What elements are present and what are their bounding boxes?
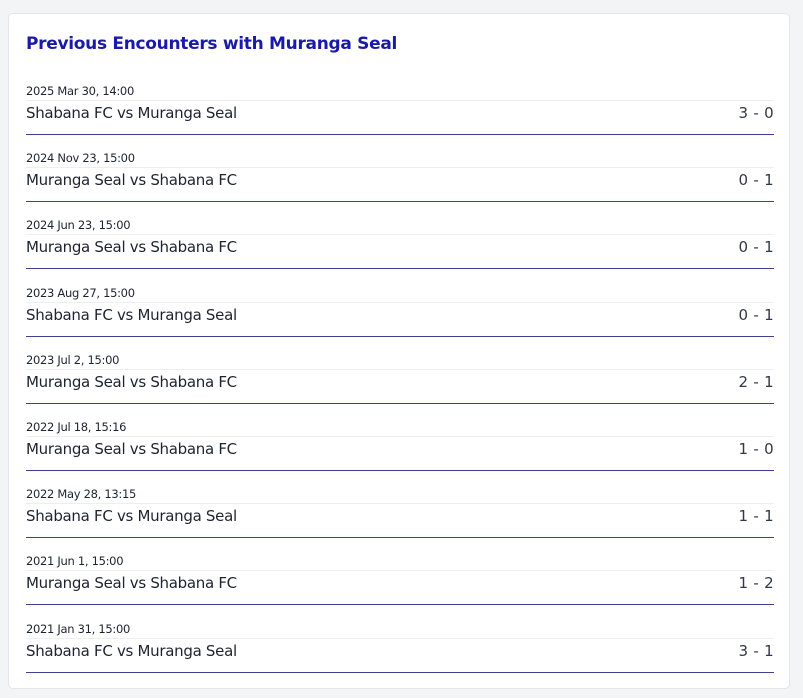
match-teams: Muranga Seal vs Shabana FC (26, 574, 237, 593)
match-row[interactable]: 2023 Jul 2, 15:00 Muranga Seal vs Shaban… (26, 353, 774, 420)
match-row[interactable]: 2024 Jun 23, 15:00 Muranga Seal vs Shaba… (26, 218, 774, 285)
match-row[interactable]: 2023 Aug 27, 15:00 Shabana FC vs Muranga… (26, 286, 774, 353)
row-divider (26, 335, 774, 337)
row-separator (26, 435, 774, 437)
row-divider (26, 268, 774, 270)
match-row[interactable]: 2024 Nov 23, 15:00 Muranga Seal vs Shaba… (26, 151, 774, 218)
row-divider (26, 134, 774, 135)
previous-encounters-card: Previous Encounters with Muranga Seal 20… (8, 13, 790, 689)
row-separator (26, 301, 774, 303)
encounters-list: 2025 Mar 30, 14:00 Shabana FC vs Muranga… (26, 84, 774, 689)
row-divider (26, 671, 774, 673)
row-separator (26, 234, 774, 236)
match-teams: Muranga Seal vs Shabana FC (26, 372, 237, 391)
match-score: 0 - 1 (738, 305, 774, 324)
match-score: 1 - 2 (738, 574, 774, 593)
match-score: 1 - 0 (738, 439, 774, 458)
match-teams: Shabana FC vs Muranga Seal (26, 104, 237, 122)
row-separator (26, 100, 774, 101)
match-date: 2022 May 28, 13:15 (26, 487, 137, 502)
match-score: 0 - 1 (738, 238, 774, 257)
match-teams: Muranga Seal vs Shabana FC (26, 238, 237, 257)
match-score: 3 - 1 (738, 641, 774, 660)
match-teams: Muranga Seal vs Shabana FC (26, 171, 237, 190)
match-date: 2021 Jun 1, 15:00 (26, 554, 124, 569)
match-row[interactable]: 2022 May 28, 13:15 Shabana FC vs Muranga… (26, 487, 774, 554)
match-teams: Shabana FC vs Muranga Seal (26, 305, 237, 324)
match-teams: Muranga Seal vs Shabana FC (26, 439, 237, 458)
row-divider (26, 469, 774, 471)
match-row[interactable]: 2021 Jun 1, 15:00 Muranga Seal vs Shaban… (26, 554, 774, 621)
match-date: 2023 Aug 27, 15:00 (26, 285, 135, 300)
match-score: 2 - 1 (738, 372, 774, 391)
match-teams: Shabana FC vs Muranga Seal (26, 641, 237, 660)
match-date: 2023 Jul 2, 15:00 (26, 352, 120, 367)
match-date: 2021 Jan 31, 15:00 (26, 621, 130, 636)
match-date: 2024 Jun 23, 15:00 (26, 218, 131, 233)
section-title: Previous Encounters with Muranga Seal (26, 34, 398, 54)
row-separator (26, 368, 774, 370)
row-divider (26, 604, 774, 606)
row-separator (26, 637, 774, 639)
match-date: 2025 Mar 30, 14:00 (26, 84, 134, 98)
row-divider (26, 402, 774, 404)
match-score: 3 - 0 (738, 104, 774, 122)
row-separator (26, 167, 774, 169)
row-separator (26, 503, 774, 505)
match-date: 2022 Jul 18, 15:16 (26, 419, 127, 434)
row-divider (26, 537, 774, 539)
match-score: 0 - 1 (738, 171, 774, 190)
match-score: 1 - 1 (738, 507, 774, 526)
match-row[interactable]: 2025 Mar 30, 14:00 Shabana FC vs Muranga… (26, 84, 774, 151)
match-date: 2024 Nov 23, 15:00 (26, 151, 135, 166)
row-separator (26, 570, 774, 572)
match-teams: Shabana FC vs Muranga Seal (26, 507, 237, 526)
row-divider (26, 201, 774, 203)
match-row[interactable]: 2021 Jan 31, 15:00 Shabana FC vs Muranga… (26, 622, 774, 689)
match-row[interactable]: 2022 Jul 18, 15:16 Muranga Seal vs Shaba… (26, 420, 774, 487)
